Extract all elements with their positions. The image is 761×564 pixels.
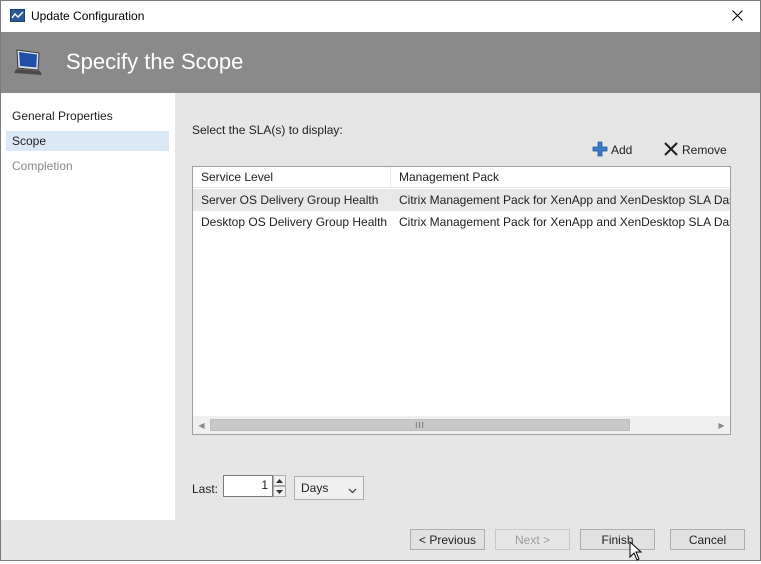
remove-label: Remove	[682, 143, 727, 157]
close-icon	[731, 9, 743, 24]
service-level-cell: Server OS Delivery Group Health	[201, 193, 379, 207]
management-pack-cell: Citrix Management Pack for XenApp and Xe…	[399, 215, 730, 229]
remove-icon	[663, 141, 679, 160]
caret-down-icon	[276, 489, 283, 494]
remove-button[interactable]: Remove	[663, 141, 727, 159]
column-header-service-level[interactable]: Service Level	[193, 167, 391, 187]
monitor-icon	[13, 46, 45, 78]
caret-up-icon	[276, 478, 283, 483]
title-bar: Update Configuration	[1, 1, 760, 32]
page-title: Specify the Scope	[66, 49, 244, 74]
table-header: Service Level Management Pack	[193, 167, 730, 188]
finish-button[interactable]: Finish	[580, 529, 655, 550]
add-icon	[592, 141, 608, 160]
sla-prompt: Select the SLA(s) to display:	[192, 123, 343, 137]
main-panel: Select the SLA(s) to display: Add Remove…	[175, 93, 760, 520]
add-button[interactable]: Add	[592, 141, 632, 159]
add-label: Add	[611, 143, 633, 157]
scroll-grip: III	[415, 420, 425, 430]
service-level-cell: Desktop OS Delivery Group Health	[201, 215, 388, 229]
scroll-right-button[interactable]: ▶	[713, 417, 730, 434]
button-bar: < Previous Next > Finish Cancel	[1, 520, 760, 560]
nav-item-scope[interactable]: Scope	[6, 131, 169, 151]
nav-item-general-properties[interactable]: General Properties	[6, 106, 169, 126]
wizard-nav: General Properties Scope Completion	[1, 93, 175, 520]
last-count-value: 1	[261, 478, 268, 492]
scroll-right-icon: ▶	[718, 421, 725, 430]
table-row[interactable]: Server OS Delivery Group Health Citrix M…	[193, 189, 730, 211]
table-row[interactable]: Desktop OS Delivery Group Health Citrix …	[193, 211, 730, 233]
column-header-management-pack[interactable]: Management Pack	[391, 167, 730, 187]
next-button: Next >	[495, 529, 570, 550]
scroll-left-icon: ◀	[198, 421, 205, 430]
last-count-input[interactable]: 1	[223, 475, 273, 497]
horizontal-scrollbar[interactable]: ◀ III ▶	[193, 416, 730, 434]
spin-up-button[interactable]	[273, 475, 286, 486]
close-button[interactable]	[714, 1, 760, 32]
last-count-stepper	[273, 475, 286, 497]
cancel-button[interactable]: Cancel	[670, 529, 745, 550]
app-icon	[10, 8, 25, 23]
header-banner: Specify the Scope	[1, 32, 760, 93]
chevron-down-icon	[348, 483, 357, 497]
scroll-thumb[interactable]: III	[210, 419, 630, 431]
last-label: Last:	[192, 482, 219, 496]
management-pack-cell: Citrix Management Pack for XenApp and Xe…	[399, 193, 730, 207]
time-unit-select[interactable]: Days	[294, 476, 364, 500]
previous-button[interactable]: < Previous	[410, 529, 485, 550]
spin-down-button[interactable]	[273, 486, 286, 497]
mouse-pointer-icon	[629, 540, 643, 561]
nav-item-completion: Completion	[12, 159, 73, 173]
window-title: Update Configuration	[31, 9, 145, 23]
update-configuration-dialog: Update Configuration Specify the Scope G…	[0, 0, 761, 561]
sla-table: Service Level Management Pack Server OS …	[192, 166, 731, 435]
scroll-left-button[interactable]: ◀	[193, 417, 210, 434]
time-unit-value: Days	[301, 481, 329, 495]
